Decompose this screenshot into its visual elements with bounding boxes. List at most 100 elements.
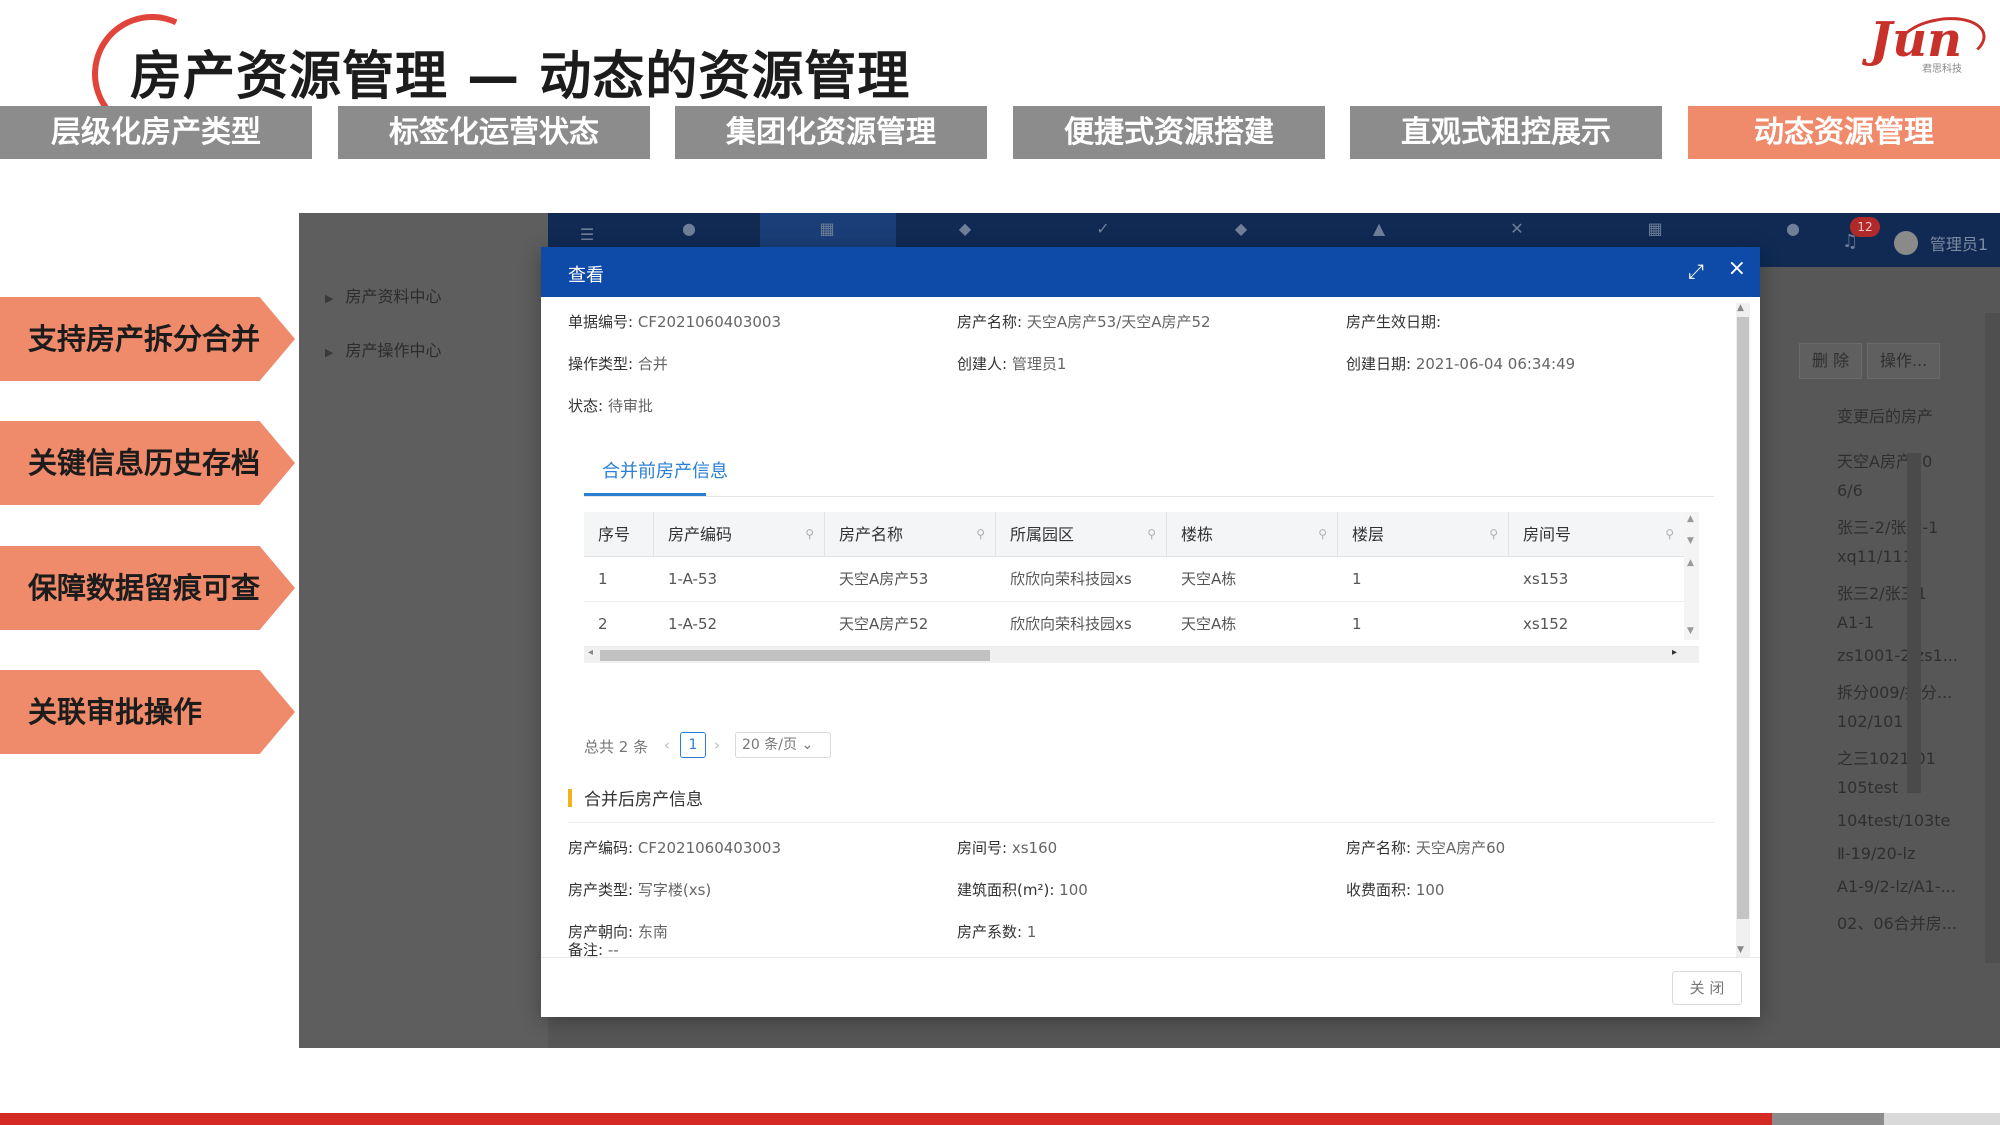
scroll-down-icon[interactable]: ▼ [1687,626,1694,636]
next-page-icon[interactable]: › [714,736,720,754]
section-title-after-merge: 合并后房产信息 [584,790,703,810]
cell: 天空A栋 [1181,615,1237,633]
table-horizontal-scrollbar[interactable]: ◂ ▸ [584,647,1699,663]
pagination-total: 总共 2 条 [584,738,649,756]
label: 状态: [568,397,604,415]
field-property-name: 房产名称: 天空A房产53/天空A房产52 [957,311,1211,332]
scrollbar-thumb[interactable] [600,650,990,661]
page-size-value: 20 条/页 [742,737,797,753]
header-name[interactable]: 房产名称 ⚲ [825,512,996,557]
label: 建筑面积(m²): [957,881,1055,899]
page-number[interactable]: 1 [680,732,706,758]
header-code[interactable]: 房产编码 ⚲ [654,512,825,557]
scroll-up-icon[interactable]: ▲ [1737,303,1744,313]
nav-icon-tools[interactable]: ✕ [1508,219,1526,238]
table-vertical-scrollbar[interactable]: ▲ ▼ ▲ ▼ [1684,512,1699,640]
nav-icon-check[interactable]: ✓ [1094,219,1112,238]
close-icon[interactable]: × [1728,256,1746,281]
logo-subtext: 君思科技 [1922,64,1962,75]
bg-cell: 102/101 [1837,712,1904,731]
nav-icon-chat[interactable]: ● [1784,219,1802,238]
nav-icon-8[interactable]: ▦ [1646,219,1664,238]
header-floor[interactable]: 楼层 ⚲ [1338,512,1509,557]
category-tabs: 层级化房产类型 标签化运营状态 集团化资源管理 便捷式资源搭建 直观式租控展示 … [0,106,2000,159]
header-label: 房间号 [1523,525,1572,544]
scroll-up-icon[interactable]: ▲ [1687,514,1694,524]
header-building[interactable]: 楼栋 ⚲ [1167,512,1338,557]
search-icon[interactable]: ⚲ [976,512,985,557]
cell: 天空A栋 [1181,570,1237,588]
dialog-title: 查看 [568,265,604,286]
prev-page-icon[interactable]: ‹ [664,736,670,754]
dialog-scrollbar[interactable]: ▲ ▼ [1736,303,1750,957]
page-title: 房产资源管理 — 动态的资源管理 [130,47,911,107]
field-after-code: 房产编码: CF2021060403003 [568,837,781,858]
table-row[interactable]: 1 1-A-53 天空A房产53 欣欣向荣科技园xs 天空A栋 1 xs153 [584,557,1699,602]
bg-cell: 之三1021-01 [1837,749,1936,768]
bg-cell: zs1001-2/zs1... [1837,646,1958,665]
category-tab-6-active[interactable]: 动态资源管理 [1688,106,2000,159]
field-after-name: 房产名称: 天空A房产60 [1346,837,1505,858]
search-icon[interactable]: ⚲ [1665,512,1674,557]
category-tab-1[interactable]: 层级化房产类型 [0,106,312,159]
category-tab-4[interactable]: 便捷式资源搭建 [1013,106,1325,159]
search-icon[interactable]: ⚲ [1147,512,1156,557]
bg-cell: 张三-2/张三-1 [1837,518,1939,537]
field-after-coefficient: 房产系数: 1 [957,921,1036,942]
search-icon[interactable]: ⚲ [1318,512,1327,557]
scroll-left-icon[interactable]: ◂ [588,647,593,658]
feature-label-4: 关联审批操作 [0,670,295,754]
label: 房产生效日期: [1346,313,1442,331]
bg-operation-button[interactable]: 操作... [1867,343,1941,379]
nav-icon-5[interactable]: ◆ [1232,219,1250,238]
cell: 天空A房产52 [839,615,929,633]
page-size-select[interactable]: 20 条/页 ⌄ [735,732,831,758]
category-tab-2[interactable]: 标签化运营状态 [338,106,650,159]
section-marker [568,789,572,807]
chevron-down-icon: ⌄ [801,737,814,753]
header-label: 房产编码 [668,525,733,544]
bg-delete-button[interactable]: 删 除 [1799,343,1863,379]
category-tab-5[interactable]: 直观式租控展示 [1350,106,1662,159]
nav-icon-6[interactable]: ▲ [1370,219,1388,238]
avatar[interactable] [1894,231,1918,255]
scroll-down-icon[interactable]: ▼ [1687,536,1694,546]
scroll-up-icon[interactable]: ▲ [1687,558,1694,568]
tab-before-merge[interactable]: 合并前房产信息 [584,457,746,483]
header-park[interactable]: 所属园区 ⚲ [996,512,1167,557]
close-button[interactable]: 关 闭 [1672,971,1742,1005]
header-label: 序号 [598,525,631,544]
user-name[interactable]: 管理员1 [1930,231,1988,255]
search-icon[interactable]: ⚲ [1489,512,1498,557]
cell: xs152 [1523,615,1569,633]
bg-cell: xq11/111 [1837,547,1913,566]
nav-icon-building[interactable]: ▦ [818,219,836,238]
scroll-down-icon[interactable]: ▼ [1737,945,1744,955]
nav-icon-3[interactable]: ◆ [956,219,974,238]
header-room[interactable]: 房间号 ⚲ [1509,512,1684,557]
cell: 欣欣向荣科技园xs [1010,615,1132,633]
menu-icon[interactable]: ☰ [578,225,596,244]
scroll-right-icon[interactable]: ▸ [1672,647,1677,658]
cell: 2 [598,615,608,633]
value: CF2021060403003 [637,839,782,857]
scrollbar-thumb[interactable] [1737,317,1749,919]
tree-item-property-operation-center[interactable]: 房产操作中心 [325,337,441,361]
field-effective-date: 房产生效日期: [1346,311,1441,332]
field-after-fee-area: 收费面积: 100 [1346,879,1444,900]
search-icon[interactable]: ⚲ [805,512,814,557]
bg-cell: Ⅱ-19/20-lz [1837,844,1916,863]
bg-scrollbar[interactable] [1907,453,1921,793]
tree-item-property-data-center[interactable]: 房产资料中心 [325,283,441,307]
bg-column-header: 变更后的房产 [1837,407,1934,426]
cell: 天空A房产53 [839,570,929,588]
tab-divider [584,496,1714,497]
label: 房产名称: [1346,839,1412,857]
nav-icon-1[interactable]: ● [680,219,698,238]
table-row[interactable]: 2 1-A-52 天空A房产52 欣欣向荣科技园xs 天空A栋 1 xs152 [584,602,1699,647]
dialog-footer-divider [541,957,1760,958]
category-tab-3[interactable]: 集团化资源管理 [675,106,987,159]
cell: 欣欣向荣科技园xs [1010,570,1132,588]
expand-icon[interactable]: ⤢ [1688,259,1704,283]
bg-right-scrollbar[interactable] [1985,313,2000,963]
